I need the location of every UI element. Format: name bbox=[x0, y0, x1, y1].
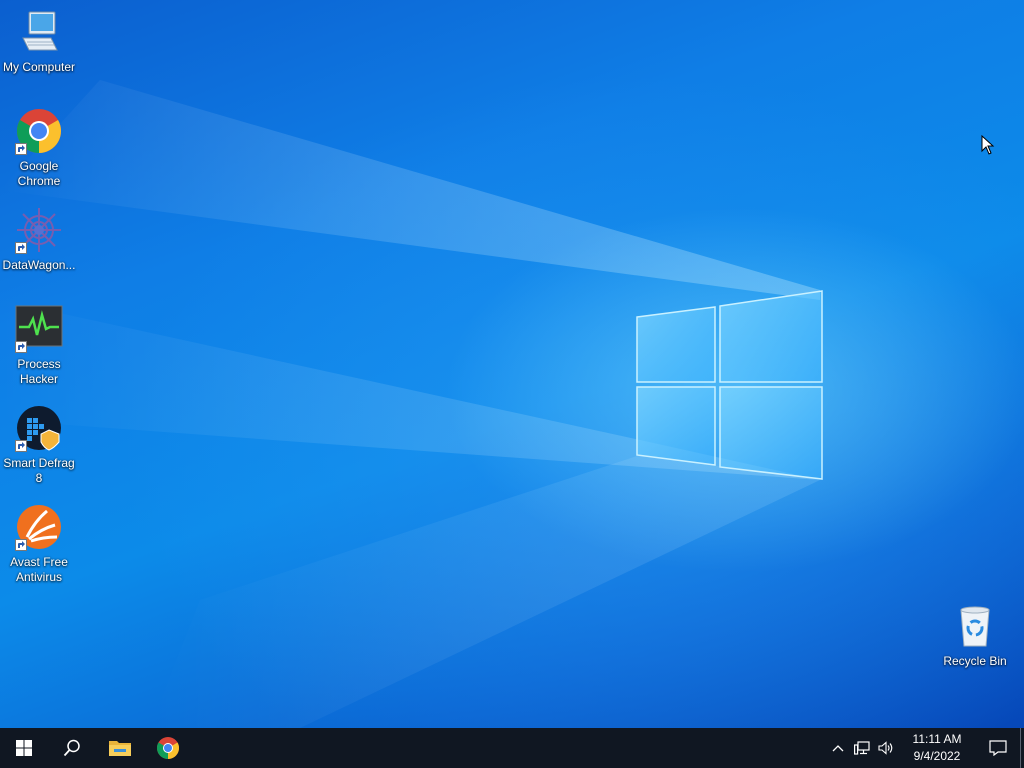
desktop-icon-recycle-bin[interactable]: Recycle Bin bbox=[936, 602, 1014, 669]
desktop-icon-label: Process Hacker bbox=[17, 357, 61, 386]
show-hidden-icons-button[interactable] bbox=[826, 728, 850, 768]
desktop-icon-label: Google Chrome bbox=[17, 159, 61, 188]
network-button[interactable] bbox=[850, 728, 874, 768]
wallpaper-beams bbox=[0, 80, 820, 728]
shortcut-arrow-icon bbox=[15, 143, 27, 155]
desktop-icon-smart-defrag[interactable]: Smart Defrag 8 bbox=[0, 404, 78, 486]
start-button[interactable] bbox=[0, 728, 48, 768]
datawagon-icon bbox=[15, 206, 63, 254]
search-icon bbox=[63, 739, 80, 757]
clock-date: 9/4/2022 bbox=[913, 749, 961, 763]
desktop-icon-label: Avast Free Antivirus bbox=[10, 555, 68, 584]
computer-icon bbox=[15, 8, 63, 56]
show-desktop-button[interactable] bbox=[1020, 728, 1024, 768]
search-button[interactable] bbox=[48, 728, 96, 768]
process-hacker-icon bbox=[15, 305, 63, 353]
chrome-icon bbox=[157, 737, 179, 759]
volume-icon bbox=[878, 741, 893, 755]
windows-logo-wallpaper bbox=[636, 290, 823, 480]
shortcut-arrow-icon bbox=[15, 440, 27, 452]
chrome-icon bbox=[15, 107, 63, 155]
mouse-cursor-icon bbox=[981, 135, 995, 155]
desktop-icon-process-hacker[interactable]: Process Hacker bbox=[0, 305, 78, 387]
shortcut-arrow-icon bbox=[15, 341, 27, 353]
desktop-icon-datawagon[interactable]: DataWagon... bbox=[0, 206, 78, 273]
avast-icon bbox=[15, 503, 63, 551]
taskbar: 11:11 AM 9/4/2022 bbox=[0, 728, 1024, 768]
desktop-icon-label: DataWagon... bbox=[2, 258, 76, 272]
system-tray: 11:11 AM 9/4/2022 bbox=[826, 728, 1024, 768]
desktop-icon-label: Smart Defrag 8 bbox=[3, 456, 75, 485]
action-center-button[interactable] bbox=[976, 728, 1020, 768]
taskbar-google-chrome[interactable] bbox=[144, 728, 192, 768]
desktop: My Computer Google Chrome DataWagon... P… bbox=[0, 0, 1024, 728]
recycle-bin-icon bbox=[951, 602, 999, 650]
taskbar-file-explorer[interactable] bbox=[96, 728, 144, 768]
desktop-icon-google-chrome[interactable]: Google Chrome bbox=[0, 107, 78, 189]
network-icon bbox=[854, 741, 870, 755]
volume-button[interactable] bbox=[874, 728, 898, 768]
chevron-up-icon bbox=[832, 745, 844, 752]
windows-start-icon bbox=[16, 740, 32, 756]
desktop-icon-label: My Computer bbox=[2, 60, 76, 74]
shortcut-arrow-icon bbox=[15, 539, 27, 551]
smart-defrag-icon bbox=[15, 404, 63, 452]
desktop-icon-label: Recycle Bin bbox=[943, 654, 1007, 668]
folder-icon bbox=[109, 741, 131, 756]
shortcut-arrow-icon bbox=[15, 242, 27, 254]
clock-time: 11:11 AM bbox=[912, 732, 962, 746]
notification-icon bbox=[989, 740, 1007, 756]
desktop-icon-my-computer[interactable]: My Computer bbox=[0, 8, 78, 75]
desktop-icon-avast[interactable]: Avast Free Antivirus bbox=[0, 503, 78, 585]
clock[interactable]: 11:11 AM 9/4/2022 bbox=[898, 728, 976, 768]
